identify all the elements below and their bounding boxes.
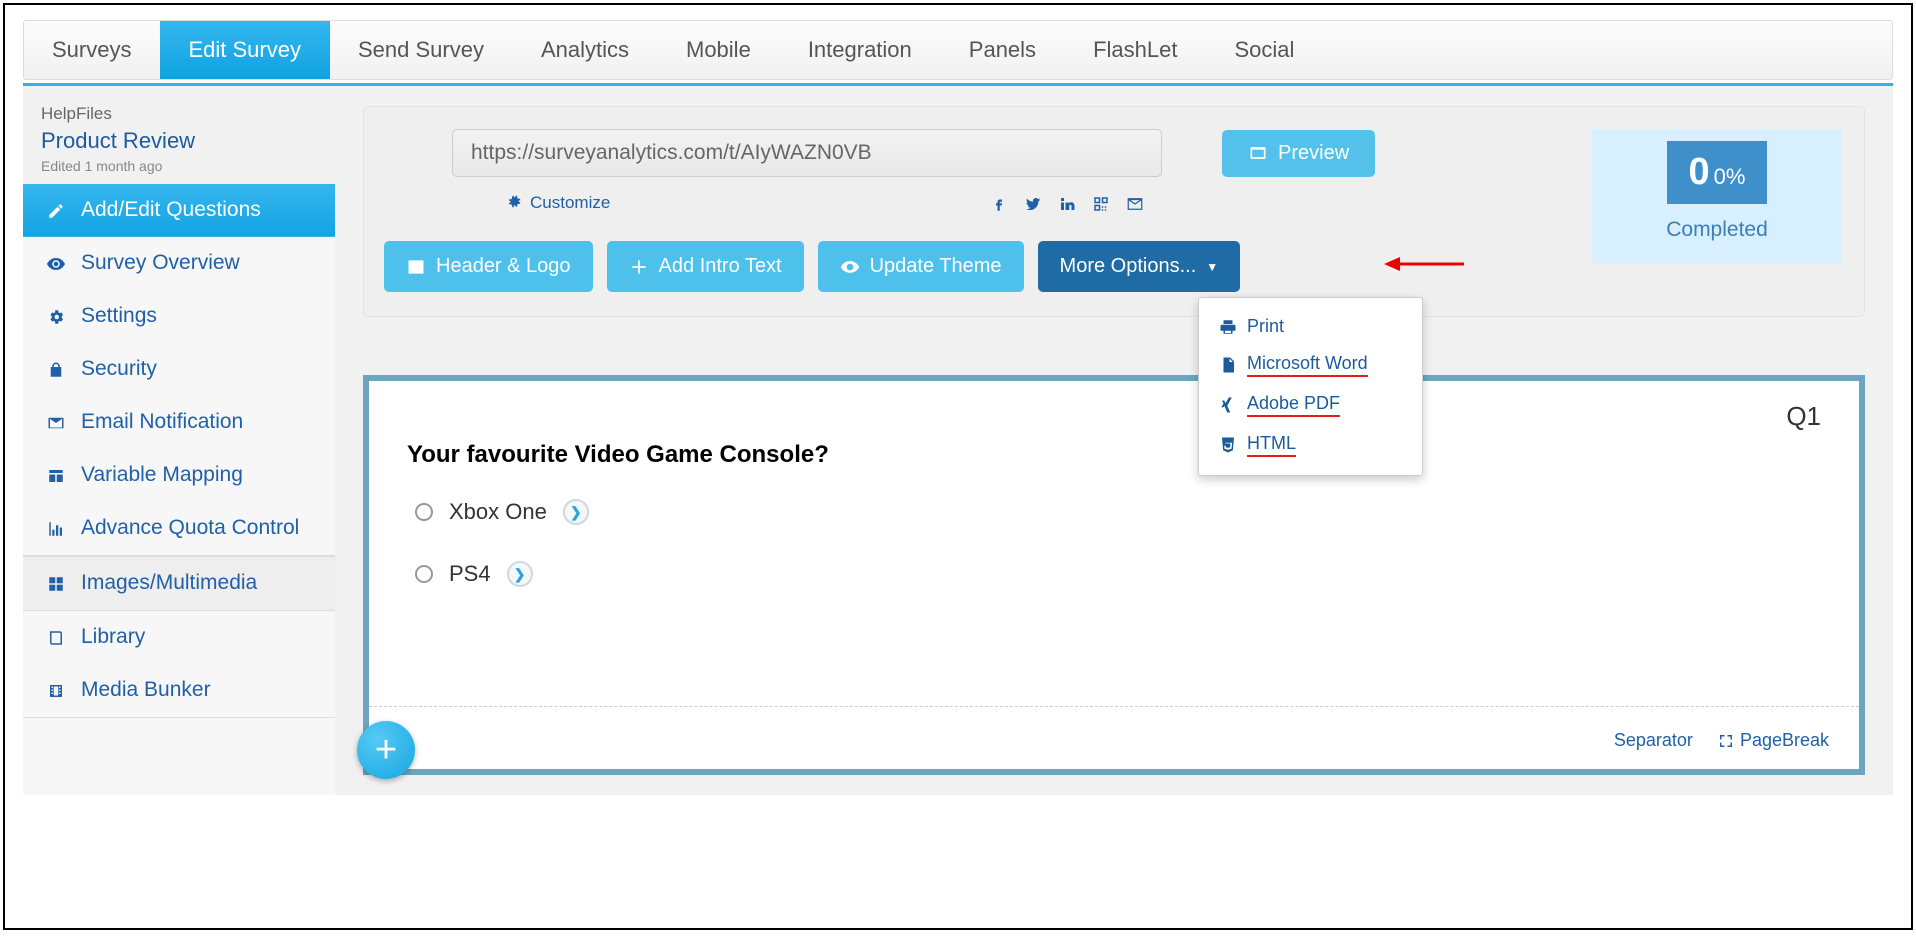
- chevron-right-icon[interactable]: ❯: [563, 499, 589, 525]
- book-icon: [45, 627, 67, 648]
- option-xbox[interactable]: Xbox One ❯: [415, 499, 1821, 525]
- file-icon: [1219, 356, 1237, 374]
- plus-icon: [629, 257, 649, 277]
- qr-icon[interactable]: [1092, 193, 1110, 213]
- dropdown-print[interactable]: Print: [1199, 308, 1422, 345]
- pagebreak-link[interactable]: PageBreak: [1717, 730, 1829, 751]
- annotation-arrow: [1384, 255, 1464, 273]
- survey-title[interactable]: Product Review: [41, 128, 317, 154]
- edited-timestamp: Edited 1 month ago: [41, 158, 317, 174]
- sidebar-item-images-multimedia[interactable]: Images/Multimedia: [23, 556, 335, 610]
- question-block: Q1 Your favourite Video Game Console? Xb…: [363, 375, 1865, 775]
- sidebar-item-email-notification[interactable]: Email Notification: [23, 396, 335, 449]
- eye-icon: [840, 257, 860, 277]
- plus-icon: +: [375, 729, 397, 772]
- sidebar-item-media-bunker[interactable]: Media Bunker: [23, 664, 335, 717]
- sidebar-item-label: Settings: [81, 304, 157, 328]
- sidebar-item-label: Security: [81, 357, 157, 381]
- sidebar-item-survey-overview[interactable]: Survey Overview: [23, 237, 335, 290]
- print-icon: [1219, 318, 1237, 336]
- update-theme-button[interactable]: Update Theme: [818, 241, 1024, 292]
- more-options-button[interactable]: More Options... ▼: [1038, 241, 1241, 292]
- caret-down-icon: ▼: [1206, 260, 1218, 274]
- sidebar: HelpFiles Product Review Edited 1 month …: [23, 86, 335, 795]
- tab-panels[interactable]: Panels: [941, 21, 1065, 79]
- dropdown-html[interactable]: HTML: [1199, 425, 1422, 465]
- radio-icon: [415, 565, 433, 583]
- edit-icon: [45, 200, 67, 221]
- main-area: 00% Completed Preview Customize: [335, 86, 1893, 795]
- completed-count: 00%: [1667, 141, 1768, 204]
- sidebar-item-advance-quota-control[interactable]: Advance Quota Control: [23, 502, 335, 555]
- twitter-icon[interactable]: [1024, 193, 1042, 213]
- tab-social[interactable]: Social: [1206, 21, 1323, 79]
- question-text: Your favourite Video Game Console?: [407, 441, 1821, 469]
- more-options-dropdown: Print Microsoft Word Adobe PDF HTML: [1198, 297, 1423, 476]
- sidebar-item-label: Library: [81, 625, 145, 649]
- chart-icon: [45, 518, 67, 539]
- sidebar-item-label: Add/Edit Questions: [81, 198, 261, 222]
- survey-panel: 00% Completed Preview Customize: [363, 106, 1865, 317]
- gears-icon: [45, 306, 67, 327]
- sidebar-item-label: Images/Multimedia: [81, 571, 257, 595]
- dropdown-word[interactable]: Microsoft Word: [1199, 345, 1422, 385]
- chevron-right-icon[interactable]: ❯: [507, 561, 533, 587]
- radio-icon: [415, 503, 433, 521]
- option-ps4[interactable]: PS4 ❯: [415, 561, 1821, 587]
- option-label: Xbox One: [449, 499, 547, 525]
- tab-surveys[interactable]: Surveys: [24, 21, 160, 79]
- linkedin-icon[interactable]: [1058, 193, 1076, 213]
- separator-link[interactable]: Separator: [1614, 730, 1693, 751]
- customize-link[interactable]: Customize: [506, 193, 610, 213]
- survey-url-input[interactable]: [452, 129, 1162, 177]
- add-fab-button[interactable]: +: [357, 721, 415, 779]
- top-nav: Surveys Edit Survey Send Survey Analytic…: [23, 20, 1893, 80]
- table-icon: [45, 465, 67, 486]
- lock-icon: [45, 359, 67, 380]
- add-intro-text-button[interactable]: Add Intro Text: [607, 241, 804, 292]
- sidebar-item-variable-mapping[interactable]: Variable Mapping: [23, 449, 335, 502]
- image-icon: [406, 257, 426, 277]
- grid-icon: [45, 573, 67, 594]
- completed-label: Completed: [1592, 218, 1842, 242]
- pagebreak-icon: [1717, 732, 1735, 750]
- sidebar-item-security[interactable]: Security: [23, 343, 335, 396]
- tab-send-survey[interactable]: Send Survey: [330, 21, 513, 79]
- breadcrumb[interactable]: HelpFiles: [41, 104, 317, 124]
- tab-mobile[interactable]: Mobile: [658, 21, 780, 79]
- sidebar-item-label: Variable Mapping: [81, 463, 243, 487]
- preview-icon: [1248, 143, 1268, 163]
- sidebar-item-label: Survey Overview: [81, 251, 240, 275]
- tab-edit-survey[interactable]: Edit Survey: [160, 21, 330, 79]
- sidebar-header: HelpFiles Product Review Edited 1 month …: [23, 86, 335, 184]
- facebook-icon[interactable]: [990, 193, 1008, 213]
- social-icons: [990, 193, 1144, 213]
- header-logo-button[interactable]: Header & Logo: [384, 241, 593, 292]
- film-icon: [45, 680, 67, 701]
- sidebar-item-label: Email Notification: [81, 410, 243, 434]
- xing-icon: [1219, 396, 1237, 414]
- tab-analytics[interactable]: Analytics: [513, 21, 658, 79]
- eye-icon: [45, 253, 67, 274]
- tab-integration[interactable]: Integration: [780, 21, 941, 79]
- email-icon[interactable]: [1126, 193, 1144, 213]
- dropdown-pdf[interactable]: Adobe PDF: [1199, 385, 1422, 425]
- sidebar-item-library[interactable]: Library: [23, 611, 335, 664]
- question-number: Q1: [1786, 401, 1821, 432]
- option-label: PS4: [449, 561, 491, 587]
- envelope-icon: [45, 412, 67, 433]
- preview-button[interactable]: Preview: [1222, 130, 1375, 177]
- cogs-icon: [506, 194, 524, 212]
- sidebar-item-add-edit-questions[interactable]: Add/Edit Questions: [23, 184, 335, 237]
- toolbar: Header & Logo Add Intro Text Update Them…: [384, 241, 1776, 292]
- sidebar-item-label: Advance Quota Control: [81, 516, 299, 540]
- tab-flashlet[interactable]: FlashLet: [1065, 21, 1206, 79]
- sidebar-item-label: Media Bunker: [81, 678, 211, 702]
- html5-icon: [1219, 436, 1237, 454]
- sidebar-item-settings[interactable]: Settings: [23, 290, 335, 343]
